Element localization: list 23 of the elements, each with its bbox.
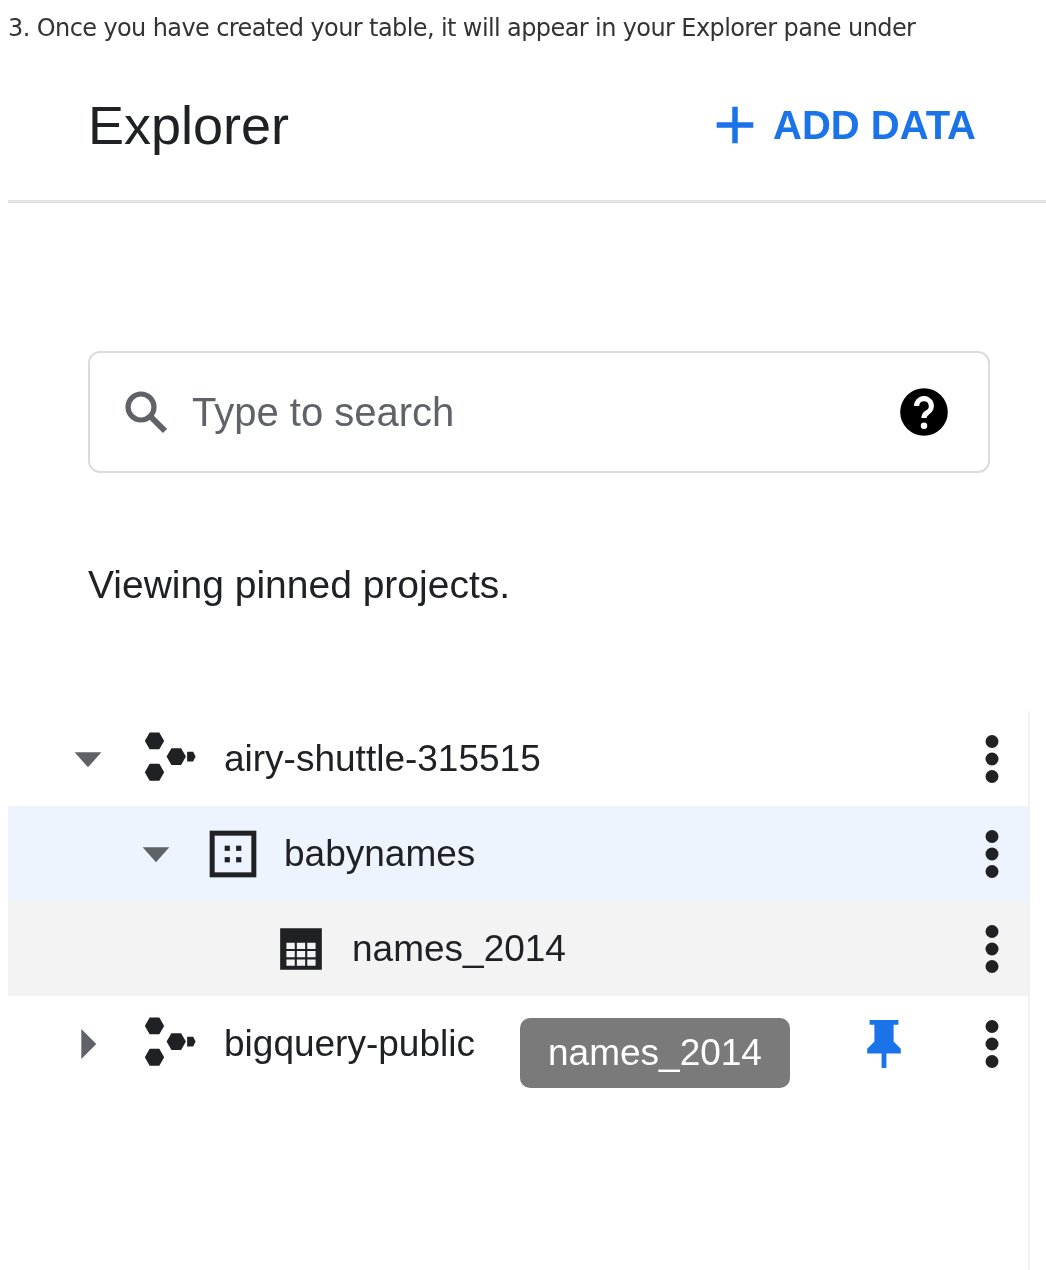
tree-label: bigquery-public bbox=[224, 1022, 475, 1065]
more-options-icon[interactable] bbox=[984, 733, 1000, 784]
tooltip: names_2014 bbox=[520, 1018, 790, 1088]
pin-icon[interactable] bbox=[866, 1019, 902, 1068]
search-icon bbox=[122, 388, 170, 436]
help-icon[interactable] bbox=[898, 386, 950, 438]
intro-text: 3. Once you have created your table, it will appear in your Explorer pane under bbox=[7, 13, 917, 42]
more-options-icon[interactable] bbox=[984, 1018, 1000, 1069]
add-data-button[interactable]: ADD DATA bbox=[713, 102, 976, 148]
tree-label: babynames bbox=[284, 832, 476, 875]
pane-title: Explorer bbox=[88, 94, 290, 156]
dataset-icon bbox=[208, 828, 258, 879]
search-field[interactable]: Type to search bbox=[88, 351, 990, 473]
search-input[interactable]: Type to search bbox=[190, 388, 878, 436]
tree-label: airy-shuttle-315515 bbox=[224, 737, 541, 780]
tree-row[interactable]: babynames bbox=[8, 806, 1028, 901]
tree-row[interactable]: names_2014 bbox=[8, 901, 1028, 996]
notice-text: Viewing pinned projects. bbox=[88, 563, 512, 607]
tree-row[interactable]: bigquery-public names_2014 bbox=[8, 996, 1028, 1091]
tree-label: names_2014 bbox=[352, 927, 566, 970]
more-options-icon[interactable] bbox=[984, 923, 1000, 974]
more-options-icon[interactable] bbox=[984, 828, 1000, 879]
tree-row[interactable]: airy-shuttle-315515 bbox=[8, 711, 1028, 806]
